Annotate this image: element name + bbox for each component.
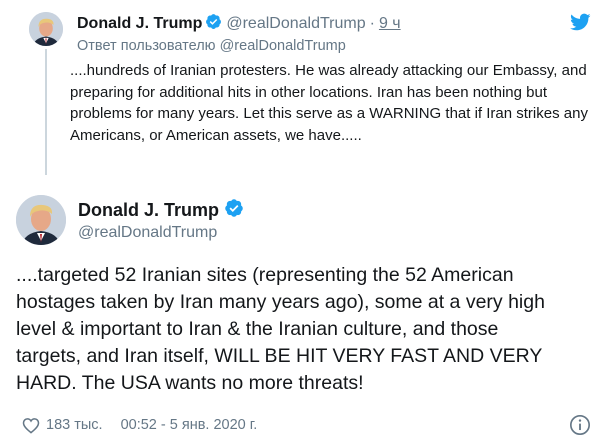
reply-time-link[interactable]: 9 ч	[379, 15, 401, 33]
tweet-timestamp[interactable]: 00:52 - 5 янв. 2020 г.	[121, 417, 258, 433]
twitter-bird-icon[interactable]	[569, 13, 591, 36]
main-author-name[interactable]: Donald J. Trump	[78, 200, 219, 221]
reply-to-label[interactable]: Ответ пользователю @realDonaldTrump	[77, 38, 346, 54]
separator-dot: ·	[369, 15, 375, 32]
main-handle[interactable]: @realDonaldTrump	[78, 224, 217, 242]
like-button[interactable]: 183 тыс.	[22, 417, 103, 434]
main-author-row: Donald J. Trump	[78, 198, 244, 223]
like-count: 183 тыс.	[46, 417, 103, 433]
tweet-footer: 183 тыс. 00:52 - 5 янв. 2020 г.	[22, 413, 257, 437]
reply-avatar[interactable]	[29, 12, 63, 46]
reply-handle[interactable]: @realDonaldTrump	[226, 15, 365, 33]
main-avatar[interactable]	[16, 195, 66, 245]
thread-line	[45, 49, 47, 175]
reply-author-name[interactable]: Donald J. Trump	[77, 15, 202, 33]
heart-icon	[22, 417, 40, 434]
verified-badge-icon	[224, 198, 244, 223]
reply-header: Donald J. Trump @realDonaldTrump · 9 ч	[77, 13, 401, 35]
info-icon[interactable]	[569, 414, 591, 436]
main-tweet-text: ....targeted 52 Iranian sites (represent…	[16, 264, 545, 394]
reply-tweet-text: ....hundreds of Iranian protesters. He w…	[70, 62, 588, 144]
verified-badge-icon	[205, 13, 222, 35]
